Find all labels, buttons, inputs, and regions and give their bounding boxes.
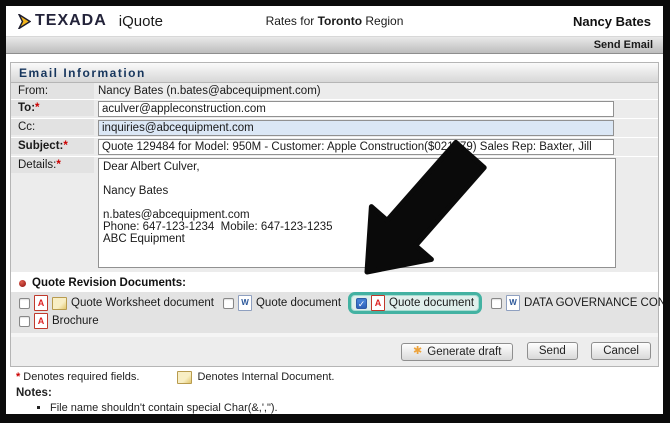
logo-chevron-icon <box>18 14 31 29</box>
word-icon[interactable] <box>238 295 252 311</box>
doc-row-1: Quote Worksheet document Quote document ✓ Q… <box>19 294 650 312</box>
brand-name: TEXADA <box>35 12 107 30</box>
send-button[interactable]: Send <box>527 342 578 360</box>
pdf-icon[interactable] <box>34 295 48 311</box>
note-item: Use ; for multiple emails. <box>50 414 663 423</box>
document-checkbox[interactable] <box>19 298 30 309</box>
document-checkbox[interactable] <box>19 316 30 327</box>
app-window: TEXADA iQuote Rates for Toronto Region N… <box>0 0 670 423</box>
notes-list: File name shouldn't contain special Char… <box>6 402 663 423</box>
cc-input[interactable] <box>98 120 614 136</box>
cc-row: Cc: <box>11 119 658 137</box>
document-option: Quote document <box>223 295 341 311</box>
note-item: File name shouldn't contain special Char… <box>50 402 663 415</box>
to-row: To:* <box>11 100 658 118</box>
document-label: Quote document <box>389 297 474 309</box>
required-asterisk: * <box>63 140 67 152</box>
section-header: Email Information <box>11 63 658 83</box>
pdf-icon[interactable] <box>34 313 48 329</box>
required-asterisk: * <box>35 102 39 114</box>
app-header: TEXADA iQuote Rates for Toronto Region N… <box>6 6 663 36</box>
documents-section-header: Quote Revision Documents: <box>11 273 658 292</box>
required-asterisk: * <box>56 159 60 171</box>
email-form-panel: Email Information From: Nancy Bates (n.b… <box>10 62 659 367</box>
required-asterisk: * <box>16 371 20 383</box>
action-buttons: ✱Generate draft Send Cancel <box>11 337 658 366</box>
generate-draft-button[interactable]: ✱Generate draft <box>401 343 513 361</box>
documents-section-title: Quote Revision Documents: <box>32 277 186 289</box>
to-input[interactable] <box>98 101 614 117</box>
subject-row: Subject:* <box>11 138 658 156</box>
document-label: Quote document <box>256 297 341 309</box>
notes-title: Notes: <box>6 384 663 399</box>
required-note: Denotes required fields. <box>23 371 139 383</box>
logged-in-user: Nancy Bates <box>573 14 651 29</box>
from-label: From: <box>11 83 94 99</box>
subject-input[interactable] <box>98 139 614 155</box>
pdf-icon[interactable] <box>371 295 385 311</box>
internal-doc-icon[interactable] <box>52 297 67 310</box>
cancel-button[interactable]: Cancel <box>591 342 651 360</box>
details-label: Details:* <box>11 157 94 173</box>
word-icon[interactable] <box>506 295 520 311</box>
cc-label: Cc: <box>11 119 94 135</box>
legend-line: * Denotes required fields. Denotes Inter… <box>6 367 663 384</box>
internal-doc-icon <box>177 371 192 384</box>
document-option: DATA GOVERNANCE CONSENT and TRIAL OFFER … <box>491 295 670 311</box>
subject-label: Subject:* <box>11 138 94 154</box>
command-bar: Send Email <box>6 36 663 54</box>
document-checkbox[interactable] <box>491 298 502 309</box>
doc-row-2: Brochure <box>19 312 650 330</box>
internal-note: Denotes Internal Document. <box>197 371 334 383</box>
details-row: Details:* Dear Albert Culver, Nancy Bate… <box>11 157 658 272</box>
document-option: Brochure <box>19 313 99 329</box>
documents-list: Quote Worksheet document Quote document ✓ Q… <box>11 292 658 333</box>
document-checkbox-checked[interactable]: ✓ <box>356 298 367 309</box>
send-email-title: Send Email <box>594 39 653 51</box>
bullet-dot-icon <box>19 280 26 287</box>
to-label: To:* <box>11 100 94 116</box>
document-option: Quote Worksheet document <box>19 295 214 311</box>
from-value: Nancy Bates (n.bates@abcequipment.com) <box>94 83 658 98</box>
texada-logo: TEXADA iQuote <box>18 12 163 30</box>
document-option-highlighted: ✓ Quote document <box>348 292 482 314</box>
star-icon: ✱ <box>413 346 422 357</box>
from-row: From: Nancy Bates (n.bates@abcequipment.… <box>11 83 658 99</box>
page-title-suffix: Region <box>362 14 403 28</box>
page-title-region: Toronto <box>318 14 362 28</box>
document-label: Brochure <box>52 315 99 327</box>
document-checkbox[interactable] <box>223 298 234 309</box>
document-label: DATA GOVERNANCE CONSENT and TRIAL OFFER … <box>524 297 670 309</box>
details-textarea[interactable]: Dear Albert Culver, Nancy Bates n.bates@… <box>98 158 616 268</box>
document-label: Quote Worksheet document <box>71 297 214 309</box>
page-title: Rates for Toronto Region <box>266 14 404 28</box>
section-title: Email Information <box>19 66 146 80</box>
app-name: iQuote <box>119 13 163 30</box>
page-title-prefix: Rates for <box>266 14 318 28</box>
